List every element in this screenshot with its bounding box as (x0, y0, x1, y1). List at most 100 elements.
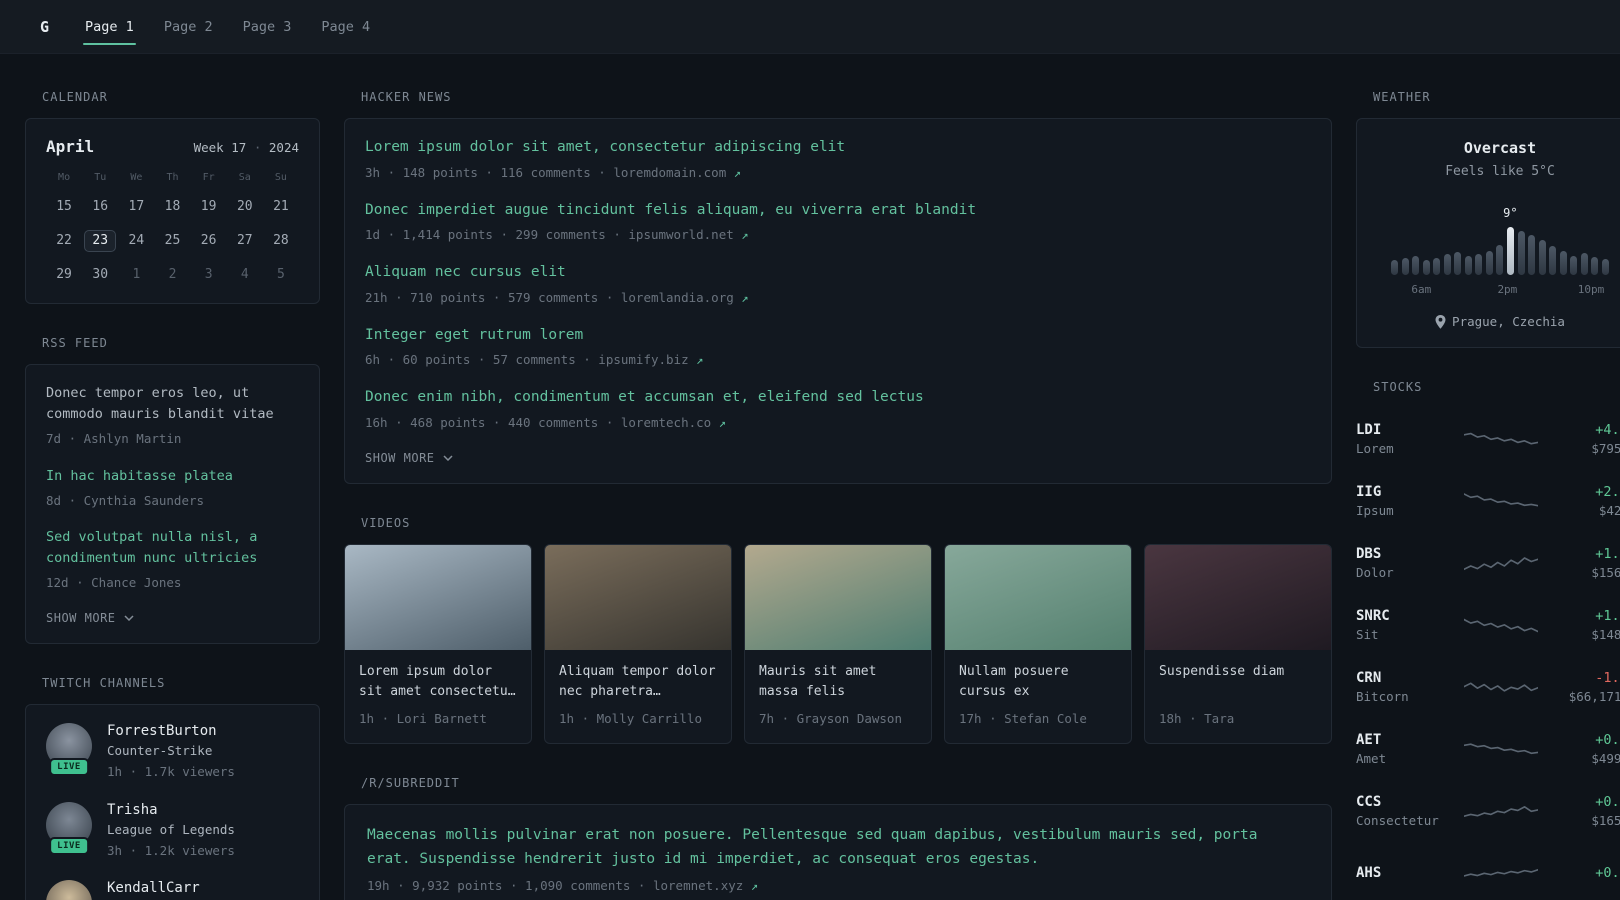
video-info: Suspendisse diam 18h · Tara (1145, 650, 1331, 743)
calendar-day-header: Su (274, 172, 287, 183)
calendar-day: 4 (227, 263, 263, 287)
rss-item-title[interactable]: Sed volutpat nulla nisl, a condimentum n… (46, 527, 299, 569)
stock-id: SNRC Sit (1356, 608, 1452, 642)
channel-name[interactable]: KendallCarr (107, 880, 200, 896)
twitch-channel[interactable]: LIVE KendallCarr (46, 880, 299, 900)
day-number: 4 (240, 267, 249, 282)
tab-page-1[interactable]: Page 1 (83, 0, 136, 53)
stock-price: $165.84 (1591, 813, 1620, 828)
twitch-channel[interactable]: LIVE ForrestBurton Counter-Strike 1h · 1.7k… (46, 722, 299, 782)
weather-bar (1528, 235, 1536, 275)
video-thumbnail[interactable] (345, 544, 531, 650)
calendar-day: 18 (154, 195, 190, 219)
video-thumbnail[interactable] (745, 544, 931, 650)
hn-item-meta: 1d · 1,414 points · 299 comments · ipsum… (365, 227, 749, 243)
stock-price: $66,171.48 (1568, 689, 1620, 704)
calendar-day: 26 (191, 229, 227, 253)
tab-page-4[interactable]: Page 4 (319, 0, 372, 53)
weather-times: 6am 2pm 10pm (1377, 283, 1620, 298)
weather-time-label: 2pm (1497, 283, 1518, 296)
hn-item: Lorem ipsum dolor sit amet, consectetur … (365, 137, 1311, 183)
external-link-icon[interactable]: ↗ (734, 166, 741, 180)
hackernews-show-more-button[interactable]: SHOW MORE (365, 451, 1311, 465)
external-link-icon[interactable]: ↗ (741, 228, 748, 242)
rss-item-meta: 7d · Ashlyn Martin (46, 430, 182, 446)
weather-bar (1559, 251, 1567, 275)
channel-meta: 3h · 1.2k viewers (107, 842, 235, 858)
video-card[interactable]: Suspendisse diam 18h · Tara (1144, 543, 1332, 744)
rss-section-title: RSS FEED (42, 336, 108, 350)
stock-change: +2.84% (1595, 484, 1620, 500)
day-number: 25 (164, 233, 181, 248)
hn-item-title[interactable]: Integer eget rutrum lorem (365, 325, 1311, 347)
video-title[interactable]: Aliquam tempor dolor nec pharetra… (559, 662, 717, 702)
video-card[interactable]: Aliquam tempor dolor nec pharetra… 1h · M… (544, 543, 732, 744)
channel-info: Trisha League of Legends 3h · 1.2k viewers (107, 802, 235, 861)
calendar-day: 19 (191, 195, 227, 219)
rss-item-title[interactable]: Donec tempor eros leo, ut commodo mauris… (46, 383, 299, 425)
stock-name: Lorem (1356, 441, 1394, 456)
hackernews-section-title: HACKER NEWS (361, 90, 452, 104)
channel-name[interactable]: ForrestBurton (107, 723, 235, 739)
video-card[interactable]: Nullam posuere cursus ex 17h · Stefan Col… (944, 543, 1132, 744)
weather-bar (1549, 246, 1557, 275)
external-link-icon[interactable]: ↗ (719, 416, 726, 430)
external-link-icon[interactable]: ↗ (696, 353, 703, 367)
chevron-down-icon (124, 615, 134, 621)
day-number: 29 (56, 267, 72, 282)
day-number: 20 (236, 199, 253, 214)
subreddit-post-title[interactable]: Maecenas mollis pulvinar erat non posuer… (367, 823, 1309, 872)
video-title[interactable]: Lorem ipsum dolor sit amet consectetu… (359, 662, 517, 702)
stock-change: +1.42% (1595, 546, 1620, 562)
stock-id: AET Amet (1356, 732, 1452, 766)
channel-info: KendallCarr (107, 880, 200, 896)
video-card[interactable]: Lorem ipsum dolor sit amet consectetu… 1h… (344, 543, 532, 744)
stock-sparkline (1464, 608, 1538, 642)
calendar-day: 15 (46, 195, 82, 219)
app-logo[interactable]: G (40, 18, 49, 36)
twitch-channel[interactable]: LIVE Trisha League of Legends 3h · 1.2k vie… (46, 801, 299, 861)
calendar-day-selected: 23 (82, 229, 118, 253)
separator-dot: · (253, 140, 262, 155)
tabs: Page 1 Page 2 Page 3 Page 4 (83, 0, 372, 53)
hn-item-title[interactable]: Lorem ipsum dolor sit amet, consectetur … (365, 137, 1311, 159)
calendar-header: April Week 17 · 2024 (46, 137, 299, 156)
channel-name[interactable]: Trisha (107, 802, 235, 818)
videos-section-title: VIDEOS (361, 515, 411, 530)
day-number: 16 (92, 199, 109, 214)
rss-show-more-button[interactable]: SHOW MORE (46, 611, 299, 625)
hn-item-title[interactable]: Aliquam nec cursus elit (365, 262, 1311, 284)
rss-item-title[interactable]: In hac habitasse platea (46, 466, 299, 487)
video-thumbnail[interactable] (1145, 544, 1331, 650)
hn-item-title[interactable]: Donec enim nibh, condimentum et accumsan… (365, 387, 1311, 409)
tab-page-3[interactable]: Page 3 (241, 0, 294, 53)
weather-bar (1485, 251, 1493, 275)
video-thumbnail[interactable] (945, 544, 1131, 650)
subreddit-section-title: /R/SUBREDDIT (361, 775, 460, 790)
rss-section: RSS FEED Donec tempor eros leo, ut commo… (25, 336, 320, 644)
weather-bar (1507, 227, 1515, 275)
video-title[interactable]: Nullam posuere cursus ex (959, 662, 1117, 702)
tab-page-2[interactable]: Page 2 (162, 0, 215, 53)
rss-item: In hac habitasse platea 8d · Cynthia Saun… (46, 466, 299, 511)
weather-bar (1580, 253, 1588, 275)
calendar-month: April (46, 137, 95, 156)
hn-item-title[interactable]: Donec imperdiet augue tincidunt felis al… (365, 200, 1311, 222)
stock-row: CCS Consectetur +0.51% $165.84 (1356, 780, 1620, 842)
video-card[interactable]: Mauris sit amet massa felis 7h · Grayson … (744, 543, 932, 744)
stock-id: CRN Bitcorn (1356, 670, 1452, 704)
stock-name: Amet (1356, 751, 1387, 766)
external-link-icon[interactable]: ↗ (751, 879, 758, 893)
stock-price: $42.04 (1598, 503, 1620, 518)
weather-bar (1412, 256, 1420, 275)
weather-peak-temp: 9° (1503, 206, 1518, 220)
video-title[interactable]: Suspendisse diam (1159, 662, 1317, 702)
video-thumbnail[interactable] (545, 544, 731, 650)
video-meta: 17h · Stefan Cole (959, 710, 1087, 726)
subreddit-post-meta: 19h · 9,932 points · 1,090 comments · lo… (367, 877, 1309, 896)
video-title[interactable]: Mauris sit amet massa felis (759, 662, 917, 702)
day-number: 27 (236, 233, 253, 248)
calendar-week-year: Week 17 · 2024 (194, 140, 299, 155)
stock-values: +0.92% $499.72 (1550, 732, 1620, 766)
external-link-icon[interactable]: ↗ (741, 291, 748, 305)
